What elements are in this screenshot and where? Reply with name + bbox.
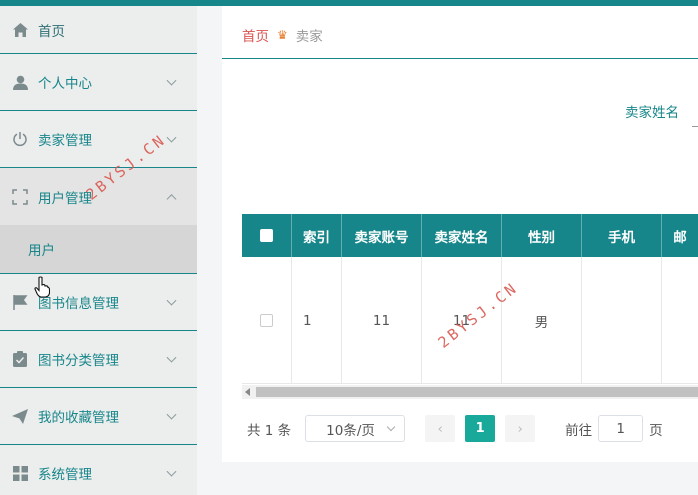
main-panel: 首页 ♛ 卖家 卖家姓名 索引 卖家账号 卖家姓名 性别 手机 邮 1 11 1… [222,6,698,462]
chevron-down-icon [166,466,177,477]
header-seller-account: 卖家账号 [342,214,422,257]
breadcrumb-home[interactable]: 首页 [242,25,269,45]
sidebar-item-label: 我的收藏管理 [38,410,119,426]
sidebar-item-label: 系统管理 [38,467,92,483]
goto-page: 前往 1 页 [565,415,663,442]
header-gender: 性别 [502,214,582,257]
table-header: 索引 卖家账号 卖家姓名 性别 手机 邮 [242,214,698,257]
cell-seller-account: 11 [342,257,422,384]
sidebar-item-favorites-management[interactable]: 我的收藏管理 [0,388,197,445]
next-page-button[interactable]: › [505,415,536,442]
page-size-select[interactable]: 10条/页 [305,415,406,442]
chevron-left-icon: ‹ [437,420,443,437]
page-size-value: 10条/页 [326,422,375,439]
chevron-down-icon [166,132,177,143]
row-checkbox[interactable] [260,314,273,327]
page-button-current[interactable]: 1 [465,415,496,442]
sidebar-item-personal-center[interactable]: 个人中心 [0,54,197,111]
cell-gender: 男 [502,257,582,384]
cell-index: 1 [292,257,342,384]
crown-icon: ♛ [277,28,288,42]
power-icon [12,131,28,147]
horizontal-scrollbar[interactable] [242,385,698,399]
header-select-all[interactable] [242,214,292,257]
send-icon [12,408,28,424]
header-email: 邮 [673,229,687,246]
user-icon [12,74,28,90]
grid-icon [12,465,28,481]
sidebar: 首页 个人中心 卖家管理 用户管理 用户 图书信息管理 图书分类管理 我的收藏管… [0,6,197,495]
chevron-down-icon [166,409,177,420]
scrollbar-thumb[interactable] [256,387,698,397]
breadcrumb-current: 卖家 [295,29,323,45]
chevron-down-icon [166,352,177,363]
clipboard-icon [12,351,28,367]
search-seller-name-input[interactable] [692,126,698,127]
breadcrumb: 首页 ♛ 卖家 [242,25,323,45]
cell-phone [582,257,662,384]
sidebar-item-seller-management[interactable]: 卖家管理 [0,111,197,168]
scroll-left-icon[interactable] [245,388,250,396]
sidebar-item-system-management[interactable]: 系统管理 [0,445,197,495]
chevron-right-icon: › [517,420,523,437]
select-all-checkbox[interactable] [260,229,273,242]
chevron-up-icon [166,193,177,204]
sidebar-item-label: 首页 [38,23,65,40]
chevron-down-icon [166,75,177,86]
sidebar-subitem-label: 用户 [28,243,55,259]
header-index: 索引 [292,214,342,257]
sidebar-item-home[interactable]: 首页 [0,6,197,54]
cursor-hand-icon [34,276,50,298]
search-seller-name-label: 卖家姓名 [625,105,679,121]
chevron-down-icon [166,295,177,306]
sidebar-item-label: 图书信息管理 [38,296,119,312]
header-seller-name: 卖家姓名 [422,214,502,257]
flag-icon [12,294,28,310]
sidebar-item-label: 卖家管理 [38,133,92,149]
sidebar-item-book-category-management[interactable]: 图书分类管理 [0,331,197,388]
home-icon [12,22,28,38]
sidebar-item-label: 图书分类管理 [38,353,119,369]
prev-page-button[interactable]: ‹ [425,415,456,442]
sidebar-item-label: 个人中心 [38,76,92,92]
total-count: 共 1 条 [247,422,292,439]
row-select-cell [242,257,292,384]
chevron-down-icon [386,422,396,432]
goto-page-input[interactable]: 1 [598,415,644,442]
divider [222,58,698,59]
goto-prefix: 前往 [565,422,593,439]
header-phone: 手机 [582,214,662,257]
sidebar-subitem-user[interactable]: 用户 [0,225,197,274]
cell-email [662,257,698,384]
sidebar-item-book-info-management[interactable]: 图书信息管理 [0,274,197,331]
pagination: 共 1 条 10条/页 ‹ 1 › 前往 1 页 [247,415,663,442]
goto-suffix: 页 [649,422,663,439]
frame-icon [12,188,28,205]
